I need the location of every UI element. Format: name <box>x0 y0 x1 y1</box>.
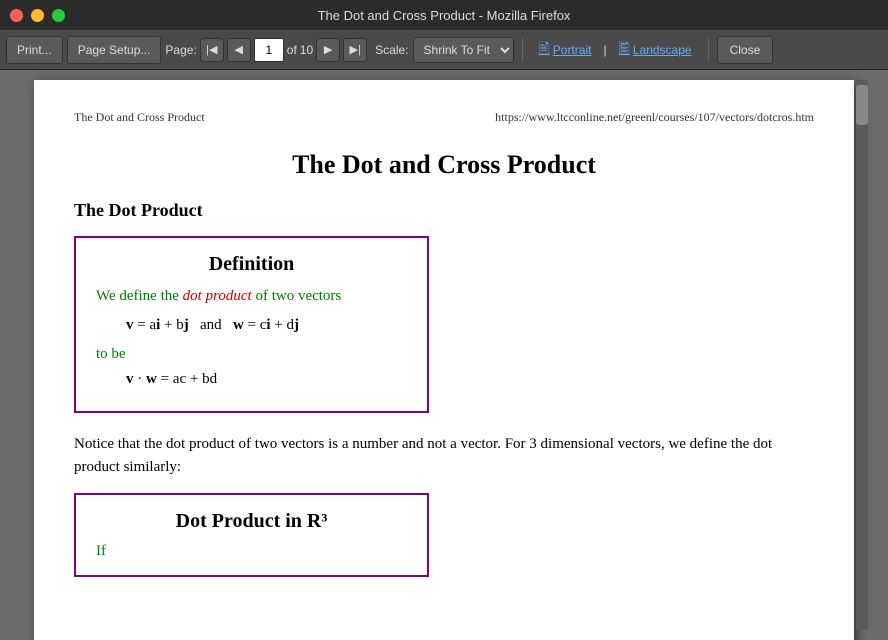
window-title: The Dot and Cross Product - Mozilla Fire… <box>70 8 818 23</box>
window-maximize-button[interactable] <box>52 9 65 22</box>
preview-area: The Dot and Cross Product https://www.lt… <box>0 70 888 640</box>
prev-page-button[interactable]: ◀ <box>227 38 251 62</box>
first-page-button[interactable]: |◀ <box>200 38 224 62</box>
page-number-input[interactable] <box>254 38 284 62</box>
portrait-label: Portrait <box>553 43 592 57</box>
orientation-separator: | <box>603 43 606 57</box>
definition-text-after: of two vectors <box>252 288 342 304</box>
print-page: The Dot and Cross Product https://www.lt… <box>34 80 854 640</box>
document-main-title: The Dot and Cross Product <box>74 150 814 180</box>
landscape-button[interactable]: 🖺 Landscape <box>611 37 700 63</box>
page-setup-button[interactable]: Page Setup... <box>67 36 162 64</box>
definition-box: Definition We define the dot product of … <box>74 236 429 413</box>
separator2 <box>708 38 709 62</box>
to-be-text: to be <box>96 346 407 363</box>
landscape-label: Landscape <box>633 43 692 57</box>
next-page-button[interactable]: ▶ <box>316 38 340 62</box>
if-text: If <box>96 543 407 560</box>
total-pages: 10 <box>300 43 313 57</box>
definition-italic: dot product <box>183 288 252 304</box>
dot-product-r3-box: Dot Product in R³ If <box>74 493 429 577</box>
toolbar: Print... Page Setup... Page: |◀ ◀ of 10 … <box>0 30 888 70</box>
print-button[interactable]: Print... <box>6 36 63 64</box>
section-title: The Dot Product <box>74 200 814 221</box>
notice-text: Notice that the dot product of two vecto… <box>74 433 814 478</box>
dot-product-r3-title: Dot Product in R³ <box>96 510 407 533</box>
portrait-button[interactable]: 🖹 Portrait <box>531 37 600 63</box>
orientation-group: 🖹 Portrait | 🖺 Landscape <box>531 37 700 63</box>
definition-text-before: We define the <box>96 288 183 304</box>
window-close-button[interactable] <box>10 9 23 22</box>
landscape-icon: 🖺 <box>619 38 630 62</box>
close-print-button[interactable]: Close <box>717 36 774 64</box>
separator <box>522 38 523 62</box>
scale-label: Scale: <box>375 43 408 57</box>
page-label: Page: <box>165 43 196 57</box>
scale-select[interactable]: Shrink To Fit <box>413 37 514 63</box>
header-right: https://www.ltcconline.net/greenl/course… <box>495 110 814 125</box>
portrait-icon: 🖹 <box>539 38 550 62</box>
title-bar: The Dot and Cross Product - Mozilla Fire… <box>0 0 888 30</box>
scrollbar[interactable] <box>856 80 868 630</box>
last-page-button[interactable]: ▶| <box>343 38 367 62</box>
page-controls: Page: |◀ ◀ of 10 ▶ ▶| <box>165 38 367 62</box>
window-minimize-button[interactable] <box>31 9 44 22</box>
page-header: The Dot and Cross Product https://www.lt… <box>74 110 814 130</box>
math-vectors: v = ai + bj and w = ci + dj <box>126 317 407 334</box>
of-label: of <box>287 43 297 57</box>
header-left: The Dot and Cross Product <box>74 110 205 125</box>
definition-title: Definition <box>96 253 407 276</box>
scrollbar-thumb[interactable] <box>856 85 868 125</box>
math-result: v · w = ac + bd <box>126 371 407 388</box>
definition-intro: We define the dot product of two vectors <box>96 288 407 305</box>
